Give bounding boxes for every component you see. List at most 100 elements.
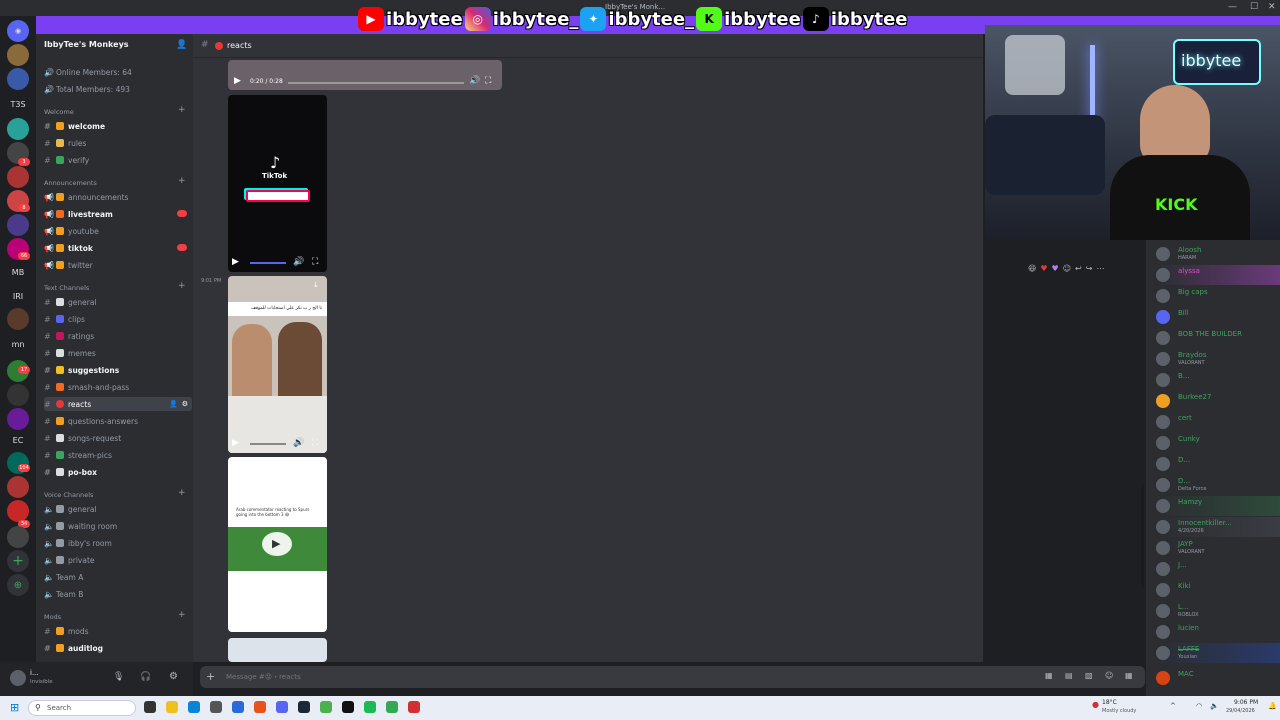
member-item[interactable]: MAC (1156, 668, 1280, 688)
edge-icon[interactable] (188, 701, 200, 713)
fullscreen-icon[interactable]: ⛶ (485, 76, 491, 86)
category-voice-channels[interactable]: Voice Channels (44, 491, 93, 499)
play-icon[interactable]: ▶ (232, 257, 239, 267)
add-server-icon[interactable]: + (7, 550, 29, 572)
video-player[interactable]: ▶ 0:20 / 0:28 🔊 ⛶ (228, 60, 502, 90)
chat-scrollbar[interactable] (1141, 484, 1144, 588)
channel-songs-request[interactable]: # songs-request (44, 431, 192, 445)
forward-icon[interactable]: ↪ (1086, 264, 1093, 278)
message-input[interactable] (226, 670, 926, 684)
gif-icon[interactable]: ▤ (1065, 671, 1073, 680)
steam-icon[interactable] (298, 701, 310, 713)
store-icon[interactable] (210, 701, 222, 713)
discord-icon[interactable] (276, 701, 288, 713)
purple-heart-reaction-icon[interactable]: ♥ (1052, 264, 1059, 278)
channel-welcome[interactable]: # welcome (44, 119, 192, 133)
discover-icon[interactable]: ⊕ (7, 574, 29, 596)
emoji-picker-icon[interactable]: ☺ (1105, 671, 1113, 680)
voice-private[interactable]: 🔈 private (44, 553, 192, 567)
channel-general[interactable]: # general (44, 295, 192, 309)
channel-ratings[interactable]: # ratings (44, 329, 192, 343)
member-item[interactable]: Big caps (1156, 286, 1280, 306)
member-item[interactable]: L... ROBLOX (1156, 601, 1280, 621)
server-icon[interactable] (7, 476, 29, 498)
notification-icon[interactable]: 🔔 (1268, 702, 1277, 710)
video-progress[interactable] (250, 443, 286, 445)
download-icon[interactable]: ⤓ (314, 280, 318, 290)
add-channel-icon[interactable]: + (178, 281, 186, 291)
video-progress[interactable] (288, 82, 464, 84)
video-progress[interactable] (250, 262, 286, 264)
windows-start-icon[interactable]: ⊞ (10, 701, 19, 714)
voice-general[interactable]: 🔈 general (44, 502, 192, 516)
add-channel-icon[interactable]: + (178, 488, 186, 498)
headphones-icon[interactable]: 🎧 (140, 672, 151, 682)
invite-icon[interactable]: 👤 (169, 400, 178, 408)
add-attachment-icon[interactable]: + (206, 670, 215, 683)
channel-memes[interactable]: # memes (44, 346, 192, 360)
voice-ibbys-room[interactable]: 🔈 ibby's room (44, 536, 192, 550)
voice-team-a[interactable]: 🔈 Team A (44, 570, 192, 584)
server-label[interactable]: EC (0, 436, 36, 445)
member-item[interactable]: Kiki (1156, 580, 1280, 600)
obs-icon[interactable] (342, 701, 354, 713)
category-welcome[interactable]: Welcome (44, 108, 74, 116)
member-item[interactable]: BOB THE BUILDER (1156, 328, 1280, 348)
add-channel-icon[interactable]: + (178, 176, 186, 186)
voice-team-b[interactable]: 🔈 Team B (44, 587, 192, 601)
add-channel-icon[interactable]: + (178, 610, 186, 620)
member-item[interactable]: alyssa (1156, 265, 1280, 285)
reply-icon[interactable]: ↩ (1075, 264, 1082, 278)
channel-youtube[interactable]: 📢 youtube (44, 224, 192, 238)
server-icon[interactable] (7, 384, 29, 406)
member-item[interactable]: Cunky (1156, 433, 1280, 453)
fullscreen-icon[interactable]: ⛶ (312, 257, 318, 267)
member-item[interactable]: Bill (1156, 307, 1280, 327)
member-item[interactable]: D... (1156, 454, 1280, 474)
member-item[interactable]: Burkee27 (1156, 391, 1280, 411)
member-item[interactable]: Braydos VALORANT (1156, 349, 1280, 369)
volume-icon[interactable]: 🔊 (293, 257, 304, 267)
channel-announcements[interactable]: 📢 announcements (44, 190, 192, 204)
channel-rules[interactable]: # rules (44, 136, 192, 150)
channel-tiktok[interactable]: 📢 tiktok (44, 241, 192, 255)
close-icon[interactable]: ✕ (1268, 2, 1276, 12)
app-icon[interactable] (232, 701, 244, 713)
file-explorer-icon[interactable] (166, 701, 178, 713)
server-name[interactable]: IbbyTee's Monkeys (44, 40, 129, 49)
apps-icon[interactable]: ▦ (1125, 671, 1133, 680)
category-text-channels[interactable]: Text Channels (44, 284, 89, 292)
category-announcements[interactable]: Announcements (44, 179, 97, 187)
server-icon[interactable] (7, 44, 29, 66)
channel-clips[interactable]: # clips (44, 312, 192, 326)
member-item[interactable]: lucien (1156, 622, 1280, 642)
channel-smash-and-pass[interactable]: # smash-and-pass (44, 380, 192, 394)
channel-mods[interactable]: # mods (44, 624, 192, 638)
server-icon[interactable] (7, 214, 29, 236)
channel-po-box[interactable]: # po-box (44, 465, 192, 479)
video-player[interactable]: Arab commentator reacting to Spurs going… (228, 457, 327, 632)
volume-icon[interactable]: 🔈 (1210, 702, 1219, 710)
video-player[interactable]: نا الج ر ب نكر علي استجابات للموقف ⤓ ▶ 🔊… (228, 276, 327, 453)
direct-messages-icon[interactable]: ◉ (7, 20, 29, 42)
play-icon[interactable]: ▶ (272, 537, 280, 550)
heart-reaction-icon[interactable]: ♥ (1040, 264, 1047, 278)
server-icon[interactable] (7, 500, 29, 522)
member-item[interactable]: Innocentkiller... 4/20/2026 (1156, 517, 1280, 537)
voice-waiting-room[interactable]: 🔈 waiting room (44, 519, 192, 533)
settings-gear-icon[interactable]: ⚙ (169, 671, 178, 682)
channel-suggestions[interactable]: # suggestions (44, 363, 192, 377)
member-item[interactable]: B... (1156, 370, 1280, 390)
gear-icon[interactable]: ⚙ (182, 400, 188, 408)
member-item[interactable]: cert (1156, 412, 1280, 432)
server-label[interactable]: mn (0, 340, 36, 349)
spotify-icon[interactable] (364, 701, 376, 713)
brave-icon[interactable] (254, 701, 266, 713)
add-member-icon[interactable]: 👤 (176, 40, 187, 50)
server-icon[interactable] (7, 166, 29, 188)
server-icon[interactable] (7, 308, 29, 330)
tray-chevron-icon[interactable]: ^ (1170, 702, 1176, 710)
add-reaction-icon[interactable]: ☺ (1063, 264, 1071, 278)
avatar[interactable] (10, 670, 26, 686)
sticker-icon[interactable]: ▧ (1085, 671, 1093, 680)
